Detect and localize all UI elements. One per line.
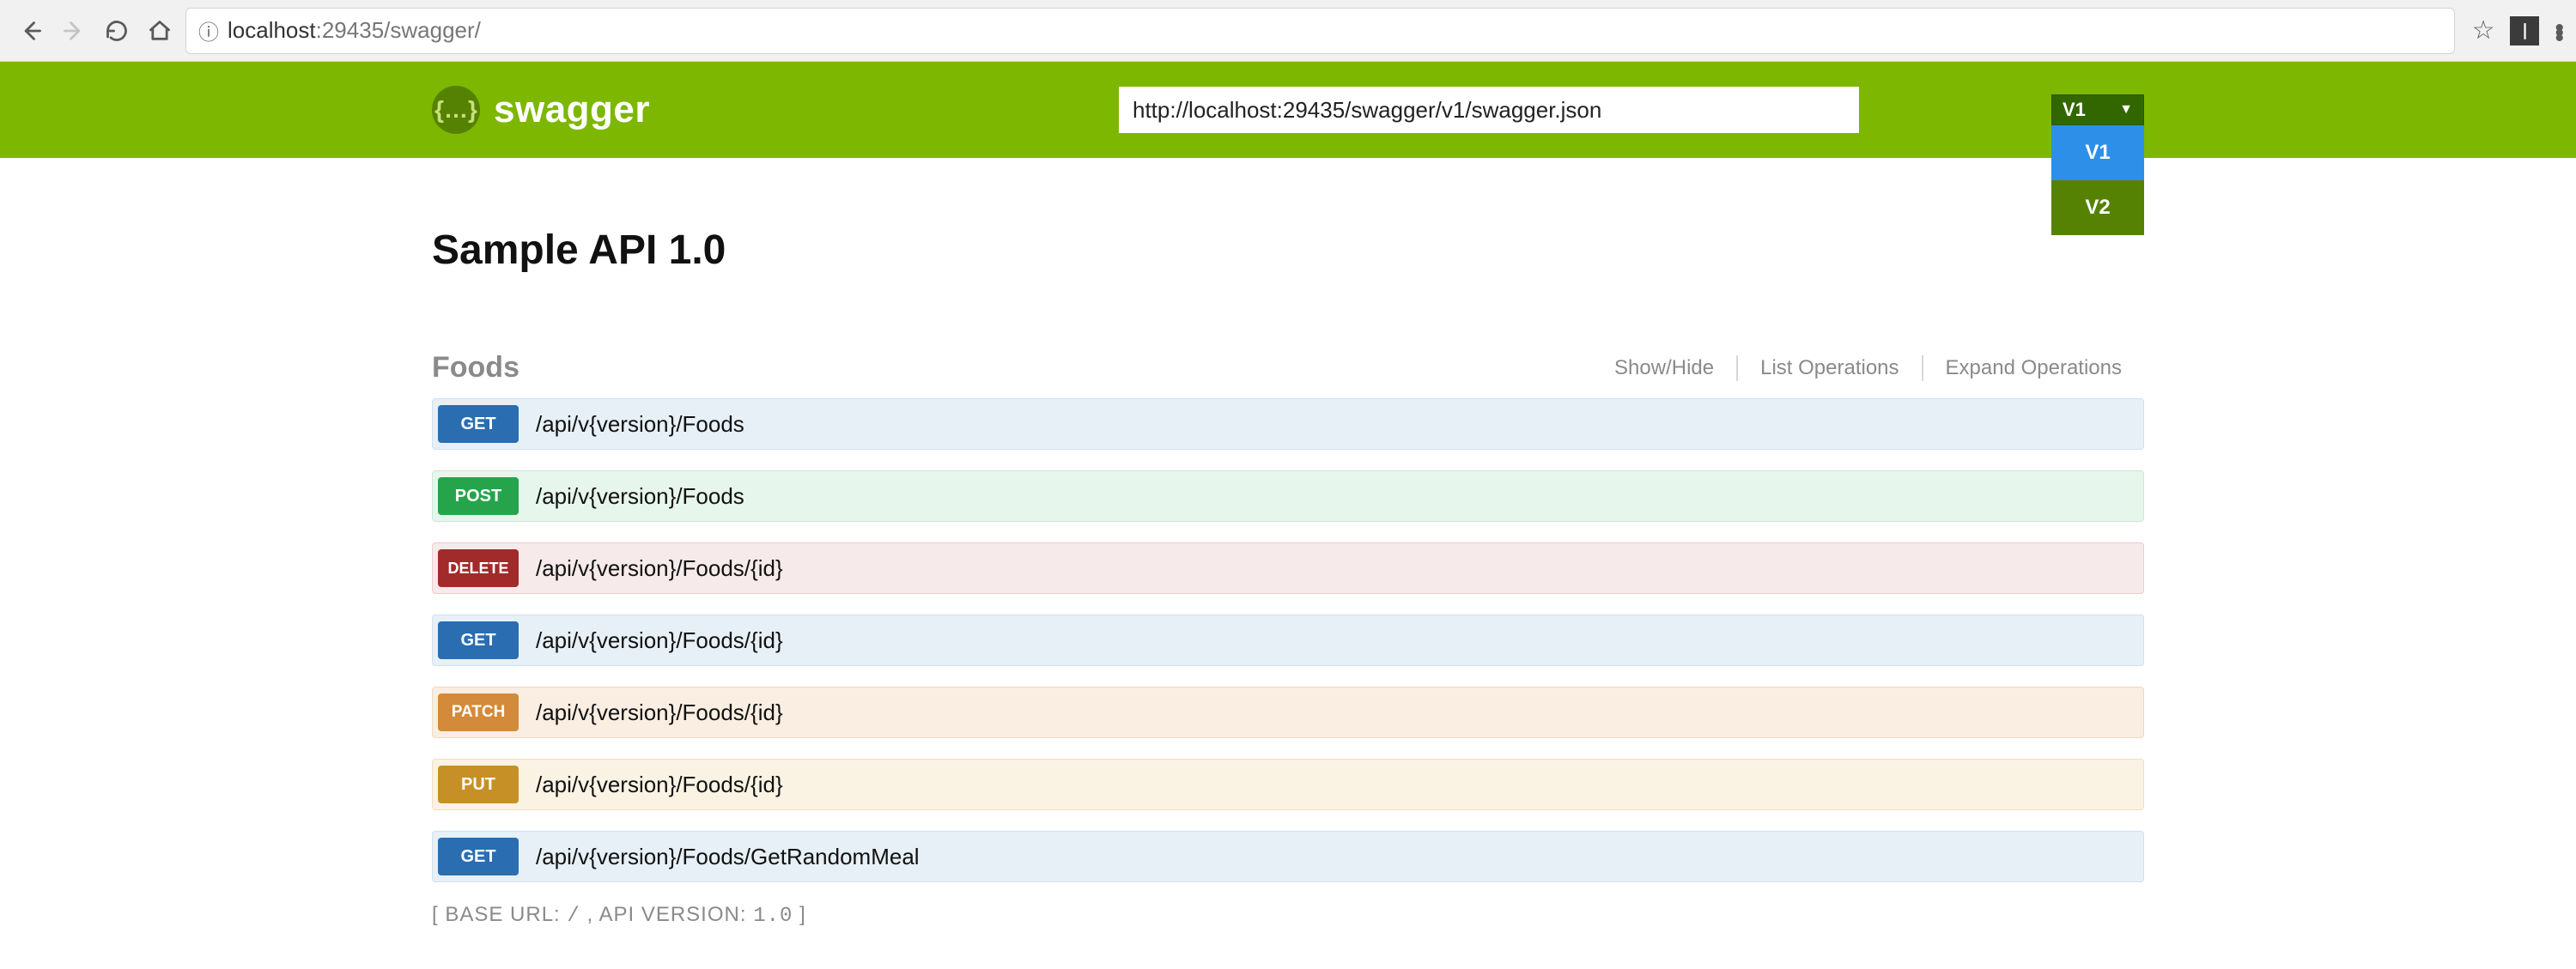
version-select[interactable]: V1 ▼ V1 V2 <box>2051 94 2144 125</box>
list-operations-link[interactable]: List Operations <box>1738 356 1921 380</box>
address-bar[interactable]: ⓘ localhost:29435/swagger/ <box>185 8 2455 54</box>
forward-arrow-icon <box>62 19 86 43</box>
api-title: Sample API 1.0 <box>432 227 2144 274</box>
home-icon <box>148 19 172 43</box>
method-badge-get: GET <box>438 838 519 875</box>
endpoint-path: /api/v{version}/Foods/{id} <box>536 699 783 726</box>
swagger-logo-badge-icon: {…} <box>432 86 480 134</box>
version-select-dropdown: V1 V2 <box>2051 125 2144 235</box>
version-select-head[interactable]: V1 ▼ <box>2051 94 2144 125</box>
endpoint-path: /api/v{version}/Foods/{id} <box>536 555 783 582</box>
endpoint-path: /api/v{version}/Foods <box>536 483 744 510</box>
endpoint-path: /api/v{version}/Foods/{id} <box>536 627 783 654</box>
browser-toolbar: ⓘ localhost:29435/swagger/ ☆ ❘ ••• <box>0 0 2576 62</box>
chevron-down-icon: ▼ <box>2119 102 2133 118</box>
tag-name[interactable]: Foods <box>432 351 519 385</box>
method-badge-get: GET <box>438 621 519 659</box>
url-host: localhost:29435/swagger/ <box>228 17 481 44</box>
site-info-icon[interactable]: ⓘ <box>198 15 219 45</box>
home-button[interactable] <box>143 14 177 48</box>
swagger-logo[interactable]: {…} swagger <box>432 86 650 134</box>
endpoint-path: /api/v{version}/Foods/{id} <box>536 772 783 798</box>
endpoint-path: /api/v{version}/Foods <box>536 411 744 438</box>
method-badge-post: POST <box>438 477 519 515</box>
extension-icon[interactable]: ❘ <box>2510 16 2539 45</box>
endpoint-row[interactable]: GET /api/v{version}/Foods/{id} <box>432 615 2144 666</box>
endpoint-path: /api/v{version}/Foods/GetRandomMeal <box>536 844 920 870</box>
version-select-value: V1 <box>2063 99 2086 121</box>
bookmark-star-icon[interactable]: ☆ <box>2472 15 2495 45</box>
reload-button[interactable] <box>100 14 134 48</box>
method-badge-put: PUT <box>438 766 519 803</box>
forward-button[interactable] <box>57 14 91 48</box>
swagger-json-url-input[interactable]: http://localhost:29435/swagger/v1/swagge… <box>1119 87 1859 133</box>
expand-operations-link[interactable]: Expand Operations <box>1923 356 2144 380</box>
show-hide-link[interactable]: Show/Hide <box>1592 356 1736 380</box>
version-option-v2[interactable]: V2 <box>2051 180 2144 235</box>
endpoint-row[interactable]: PATCH /api/v{version}/Foods/{id} <box>432 687 2144 738</box>
endpoint-row[interactable]: DELETE /api/v{version}/Foods/{id} <box>432 542 2144 594</box>
version-option-v1[interactable]: V1 <box>2051 125 2144 180</box>
method-badge-get: GET <box>438 405 519 443</box>
main-content: Sample API 1.0 Foods Show/Hide List Oper… <box>432 158 2144 928</box>
back-arrow-icon <box>19 19 43 43</box>
endpoint-row[interactable]: GET /api/v{version}/Foods <box>432 398 2144 450</box>
swagger-json-url-value: http://localhost:29435/swagger/v1/swagge… <box>1133 97 1601 124</box>
browser-right-controls: ☆ ❘ ••• <box>2472 15 2562 45</box>
tag-row: Foods Show/Hide List Operations Expand O… <box>432 351 2144 385</box>
method-badge-patch: PATCH <box>438 693 519 731</box>
api-footer-info: [ BASE URL: / , API VERSION: 1.0 ] <box>432 903 2144 928</box>
swagger-header: {…} swagger http://localhost:29435/swagg… <box>0 62 2576 158</box>
swagger-logo-text: swagger <box>494 88 650 131</box>
back-button[interactable] <box>14 14 48 48</box>
browser-menu-button[interactable]: ••• <box>2555 23 2562 39</box>
endpoint-row[interactable]: POST /api/v{version}/Foods <box>432 470 2144 522</box>
tag-actions: Show/Hide List Operations Expand Operati… <box>1592 355 2144 381</box>
endpoint-row[interactable]: PUT /api/v{version}/Foods/{id} <box>432 759 2144 810</box>
reload-icon <box>105 19 129 43</box>
endpoint-row[interactable]: GET /api/v{version}/Foods/GetRandomMeal <box>432 831 2144 882</box>
method-badge-delete: DELETE <box>438 549 519 587</box>
